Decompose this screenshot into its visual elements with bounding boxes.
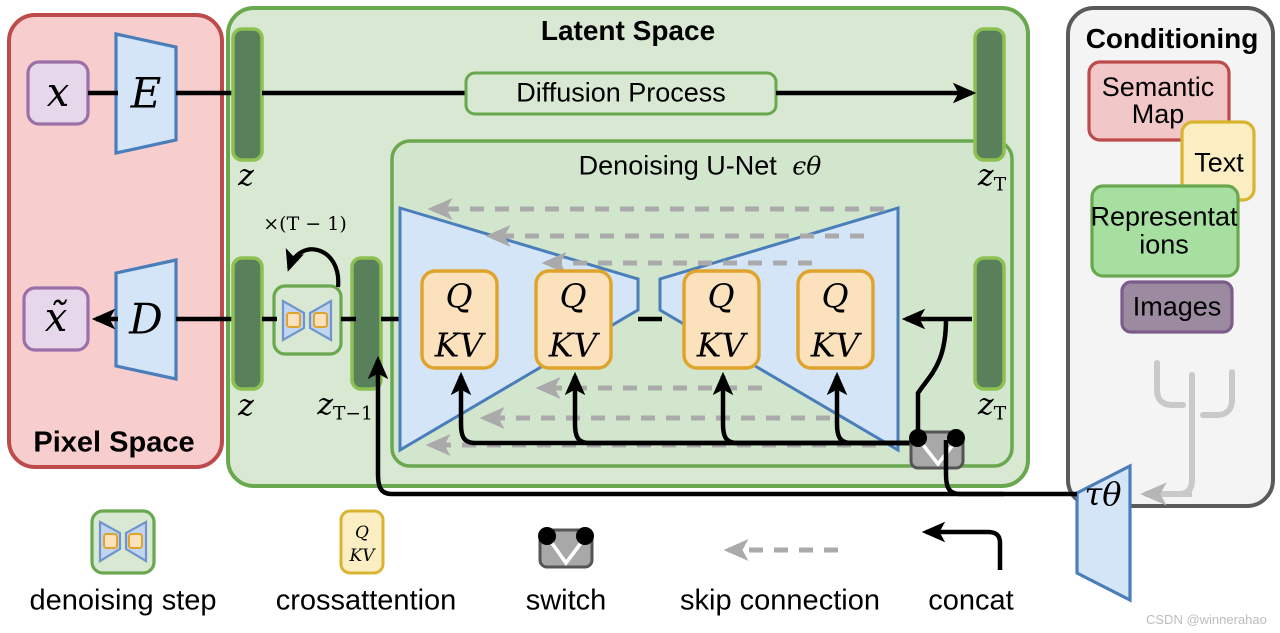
legend-switch-icon	[538, 527, 594, 569]
conditioning-item-representations: Representations	[1090, 201, 1238, 260]
latent-label-zT-bottom-right: zT	[977, 387, 1007, 425]
decoder-label: D	[129, 294, 163, 344]
legend-denoising-step-icon	[90, 509, 156, 575]
conditioning-encoder-label: τθ	[1084, 475, 1122, 513]
attention-4-q: Q	[821, 276, 849, 316]
denoising-step-icon-main	[272, 284, 343, 356]
unet-title-symbol: ϵθ	[792, 151, 822, 181]
latent-bar-z-bottom-left	[231, 256, 264, 391]
switch-icon-main	[909, 429, 965, 470]
latent-space-title: Latent Space	[540, 15, 716, 46]
input-image-label: x	[46, 70, 70, 116]
latent-label-zT-1: zT−1	[317, 387, 373, 425]
watermark: CSDN @winnerahao	[1146, 612, 1267, 627]
encoder-label: E	[130, 68, 162, 118]
latent-bar-zT-top-right	[973, 27, 1006, 162]
latent-label-z-top-left: z	[238, 158, 254, 194]
attention-3-kv: KV	[696, 325, 746, 365]
figure-canvas: Pixel Space x x̃ E D Latent Space Diffus…	[0, 0, 1280, 633]
loop-count-label: ×(T − 1)	[263, 213, 347, 235]
attention-2-q: Q	[559, 276, 587, 316]
legend-crossattention-kv: KV	[349, 546, 375, 566]
legend-label-switch: switch	[525, 584, 607, 617]
latent-bar-zT-bottom-right	[973, 256, 1006, 391]
unet-title: Denoising U-Net ϵθ	[579, 151, 822, 182]
conditioning-item-semantic-map: Semantic Map	[1101, 72, 1215, 129]
attention-4-kv: KV	[810, 325, 860, 365]
legend-label-skip-connection: skip connection	[680, 584, 880, 617]
unet-title-text: Denoising U-Net	[578, 150, 777, 181]
attention-2-kv: KV	[548, 325, 598, 365]
diffusion-process-label: Diffusion Process	[516, 77, 726, 108]
attention-1-kv: KV	[434, 325, 484, 365]
conditioning-item-text: Text	[1194, 147, 1244, 178]
latent-label-z-bottom-left: z	[238, 388, 254, 424]
legend-concat-arrow	[921, 521, 1003, 570]
attention-1-q: Q	[445, 276, 473, 316]
latent-label-zT-top-right: zT	[977, 158, 1007, 196]
legend-crossattention-q: Q	[355, 523, 369, 543]
legend-label-crossattention: crossattention	[275, 584, 457, 617]
legend-label-concat: concat	[928, 584, 1014, 617]
latent-bar-z-top-left	[231, 27, 264, 162]
conditioning-item-images: Images	[1132, 291, 1222, 322]
legend-label-denoising-step: denoising step	[29, 584, 217, 617]
output-image-label: x̃	[44, 295, 68, 341]
attention-3-q: Q	[707, 276, 735, 316]
conditioning-title: Conditioning	[1085, 23, 1259, 54]
pixel-space-title: Pixel Space	[33, 426, 195, 459]
